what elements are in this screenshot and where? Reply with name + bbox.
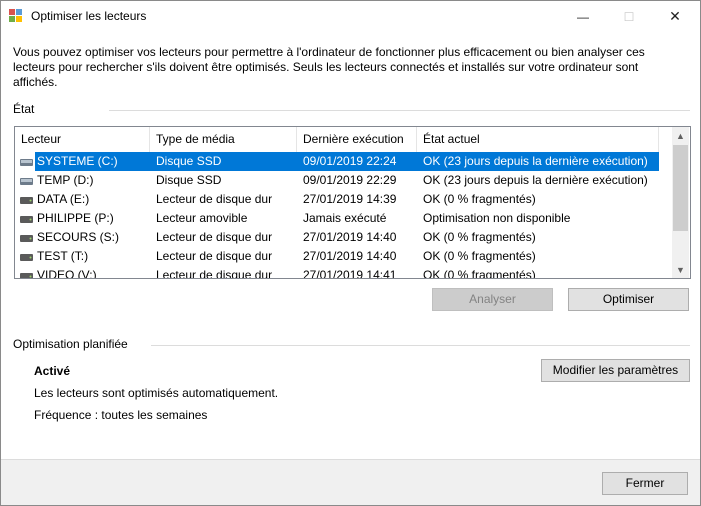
footer-bar bbox=[1, 459, 700, 505]
cell-state: OK (0 % fragmentés) bbox=[423, 249, 536, 263]
close-button[interactable]: Fermer bbox=[602, 472, 688, 495]
window-title: Optimiser les lecteurs bbox=[31, 9, 147, 23]
cell-media: Disque SSD bbox=[150, 152, 297, 171]
table-row[interactable]: SYSTEME (C:) Disque SSD 09/01/2019 22:24… bbox=[15, 152, 659, 171]
list-header: Lecteur Type de média Dernière exécution… bbox=[15, 127, 659, 152]
drive-icon bbox=[20, 197, 33, 204]
chevron-up-icon: ▲ bbox=[676, 130, 685, 141]
cell-media: Lecteur de disque dur bbox=[156, 268, 273, 279]
drive-icon bbox=[20, 254, 33, 261]
cell-state: OK (0 % fragmentés) bbox=[423, 192, 536, 206]
schedule-divider bbox=[151, 345, 690, 346]
cell-drive: SYSTEME (C:) bbox=[35, 152, 150, 171]
status-label: État bbox=[13, 102, 35, 116]
cell-last-run: 27/01/2019 14:41 bbox=[303, 268, 397, 279]
cell-state: OK (23 jours depuis la dernière exécutio… bbox=[423, 173, 648, 187]
scroll-thumb[interactable] bbox=[673, 145, 688, 231]
cell-state: OK (23 jours depuis la dernière exécutio… bbox=[417, 152, 659, 171]
column-header-media[interactable]: Type de média bbox=[150, 127, 297, 152]
maximize-button[interactable]: ☐ bbox=[606, 1, 652, 32]
table-row[interactable]: PHILIPPE (P:) Lecteur amovible Jamais ex… bbox=[15, 209, 659, 228]
cell-drive: SECOURS (S:) bbox=[37, 230, 120, 244]
drive-icon bbox=[20, 273, 33, 278]
optimize-drives-window: Optimiser les lecteurs — ☐ ✕ Vous pouvez… bbox=[0, 0, 701, 506]
minimize-button[interactable]: — bbox=[560, 1, 606, 32]
drive-icon bbox=[20, 178, 33, 185]
cell-last-run: 27/01/2019 14:40 bbox=[303, 249, 397, 263]
cell-drive: TEMP (D:) bbox=[37, 173, 94, 187]
description-text: Vous pouvez optimiser vos lecteurs pour … bbox=[13, 45, 645, 89]
cell-state: OK (0 % fragmentés) bbox=[423, 230, 536, 244]
cell-last-run: 09/01/2019 22:24 bbox=[297, 152, 417, 171]
cell-last-run: Jamais exécuté bbox=[303, 211, 387, 225]
table-row[interactable]: TEMP (D:) Disque SSD 09/01/2019 22:29 OK… bbox=[15, 171, 659, 190]
status-divider bbox=[109, 110, 690, 111]
cell-media: Lecteur de disque dur bbox=[156, 249, 273, 263]
cell-last-run: 09/01/2019 22:29 bbox=[303, 173, 397, 187]
cell-drive: VIDEO (V:) bbox=[37, 268, 97, 279]
drive-icon bbox=[20, 235, 33, 242]
modify-settings-button[interactable]: Modifier les paramètres bbox=[541, 359, 690, 382]
cell-state: Optimisation non disponible bbox=[423, 211, 571, 225]
table-row[interactable]: DATA (E:) Lecteur de disque dur 27/01/20… bbox=[15, 190, 659, 209]
cell-media: Lecteur de disque dur bbox=[156, 192, 273, 206]
column-header-drive[interactable]: Lecteur bbox=[15, 127, 150, 152]
defrag-icon bbox=[9, 9, 22, 22]
table-row[interactable]: VIDEO (V:) Lecteur de disque dur 27/01/2… bbox=[15, 266, 659, 279]
cell-drive: PHILIPPE (P:) bbox=[37, 211, 114, 225]
drive-icon bbox=[20, 159, 33, 166]
table-row[interactable]: TEST (T:) Lecteur de disque dur 27/01/20… bbox=[15, 247, 659, 266]
schedule-state: Activé bbox=[34, 364, 71, 378]
close-window-button[interactable]: ✕ bbox=[652, 1, 698, 32]
minimize-icon: — bbox=[577, 9, 589, 24]
cell-drive: DATA (E:) bbox=[37, 192, 90, 206]
schedule-description: Les lecteurs sont optimisés automatiquem… bbox=[34, 386, 279, 400]
drives-list[interactable]: Lecteur Type de média Dernière exécution… bbox=[14, 126, 691, 279]
cell-last-run: 27/01/2019 14:40 bbox=[303, 230, 397, 244]
vertical-scrollbar[interactable]: ▲ ▼ bbox=[672, 127, 689, 278]
cell-drive: TEST (T:) bbox=[37, 249, 89, 263]
cell-media: Disque SSD bbox=[156, 173, 222, 187]
cell-last-run: 27/01/2019 14:39 bbox=[303, 192, 397, 206]
optimize-button[interactable]: Optimiser bbox=[568, 288, 689, 311]
table-row[interactable]: SECOURS (S:) Lecteur de disque dur 27/01… bbox=[15, 228, 659, 247]
scheduled-optimization-label: Optimisation planifiée bbox=[13, 337, 128, 351]
cell-state: OK (0 % fragmentés) bbox=[423, 268, 536, 279]
column-header-last-run[interactable]: Dernière exécution bbox=[297, 127, 417, 152]
scroll-up-button[interactable]: ▲ bbox=[672, 127, 689, 144]
close-icon: ✕ bbox=[669, 8, 681, 24]
drive-icon bbox=[20, 216, 33, 223]
cell-media: Lecteur amovible bbox=[156, 211, 248, 225]
column-header-state[interactable]: État actuel bbox=[417, 127, 659, 152]
chevron-down-icon: ▼ bbox=[676, 264, 685, 275]
title-bar: Optimiser les lecteurs — ☐ ✕ bbox=[1, 1, 700, 32]
cell-media: Lecteur de disque dur bbox=[156, 230, 273, 244]
maximize-icon: ☐ bbox=[623, 9, 635, 24]
scroll-down-button[interactable]: ▼ bbox=[672, 261, 689, 278]
analyze-button[interactable]: Analyser bbox=[432, 288, 553, 311]
schedule-frequency: Fréquence : toutes les semaines bbox=[34, 408, 208, 422]
